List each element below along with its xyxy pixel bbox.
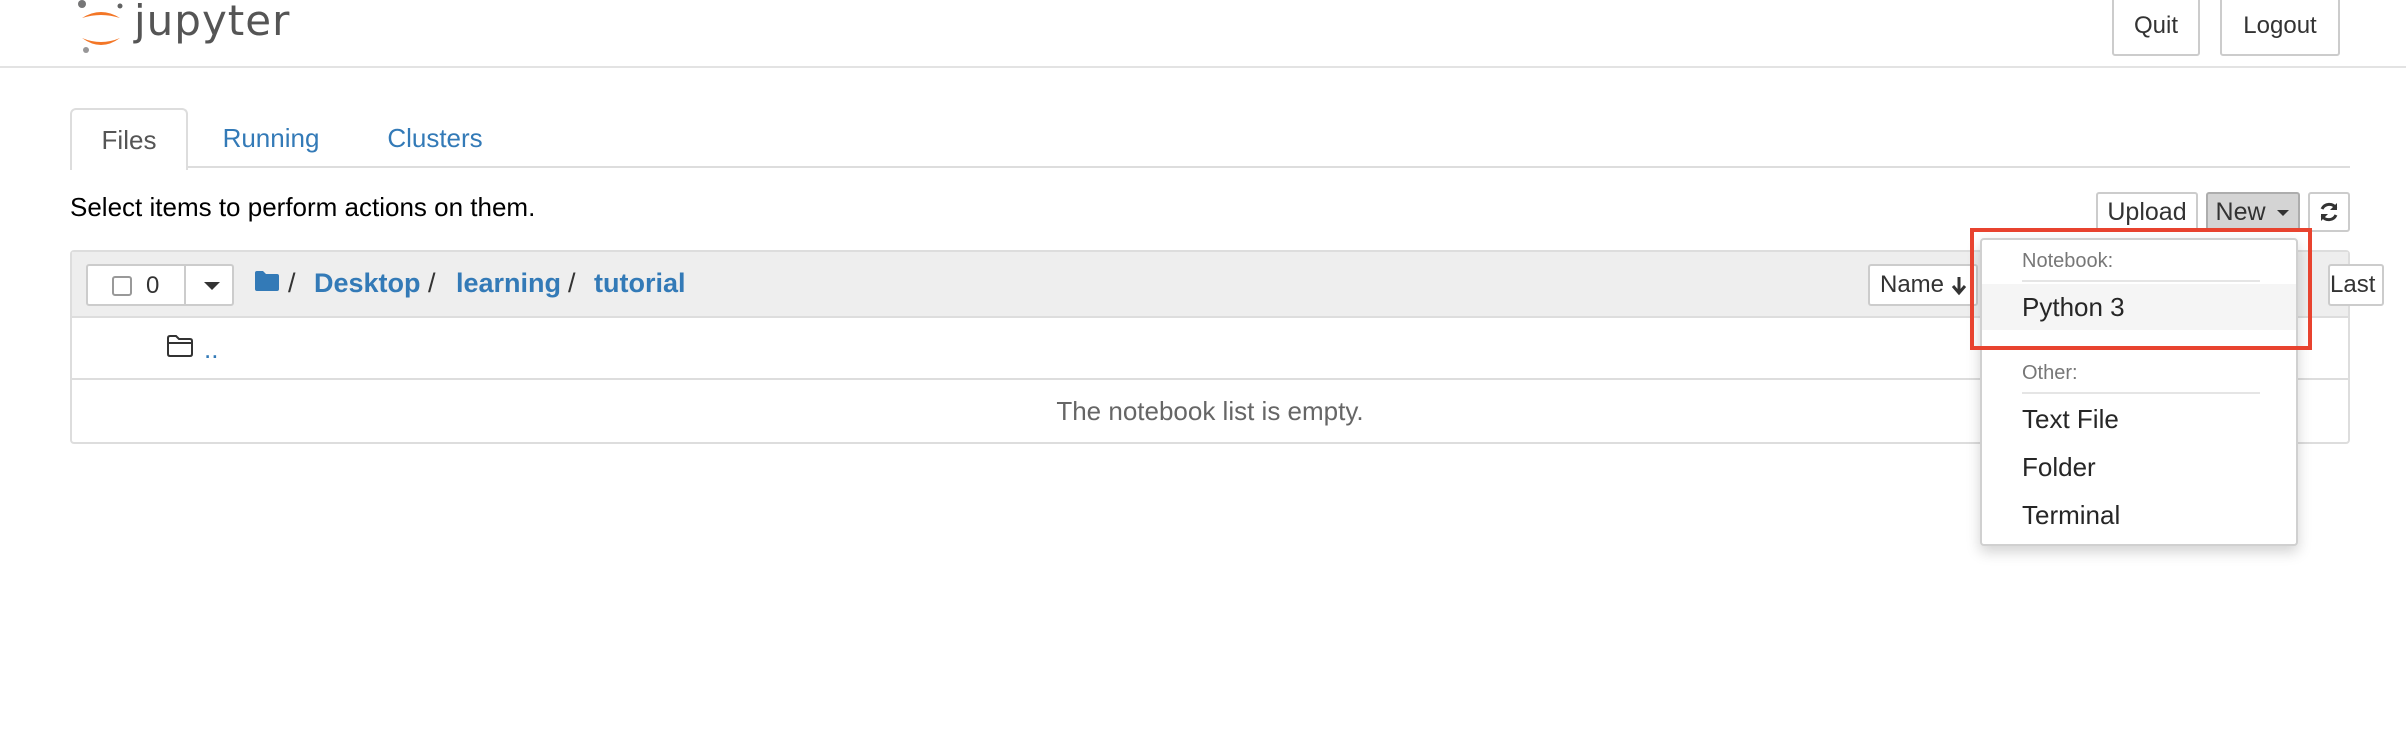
folder-open-icon	[167, 335, 193, 357]
tab-clusters[interactable]: Clusters	[370, 108, 500, 168]
notebook-section-header: Notebook:	[2022, 250, 2114, 272]
breadcrumb-learning[interactable]: learning	[456, 268, 561, 299]
upload-button[interactable]: Upload	[2096, 192, 2198, 232]
jupyter-logo-icon	[78, 0, 123, 53]
sort-by-name-label: Name	[1880, 271, 1945, 298]
menu-item-terminal[interactable]: Terminal	[1982, 492, 2296, 538]
breadcrumb-tutorial[interactable]: tutorial	[594, 268, 686, 299]
folder-icon[interactable]	[254, 270, 280, 292]
caret-down-icon	[2277, 210, 2290, 217]
parent-folder-link[interactable]: ..	[204, 334, 218, 365]
select-divider	[184, 266, 186, 304]
select-info-text: Select items to perform actions on them.	[70, 192, 536, 222]
menu-item-python-3[interactable]: Python 3	[1982, 284, 2296, 330]
new-dropdown-menu: Notebook: Python 3 Other: Text File Fold…	[1980, 238, 2298, 546]
breadcrumb-separator: /	[288, 268, 296, 298]
breadcrumb-separator: /	[428, 268, 436, 298]
new-button[interactable]: New	[2206, 192, 2300, 232]
arrow-down-icon	[1951, 276, 1966, 295]
breadcrumb-separator: /	[568, 268, 576, 298]
breadcrumb-desktop[interactable]: Desktop	[314, 268, 421, 299]
select-all-checkbox[interactable]	[112, 276, 132, 296]
menu-divider	[2022, 392, 2260, 394]
menu-item-text-file[interactable]: Text File	[1982, 396, 2296, 442]
tab-files[interactable]: Files	[70, 108, 188, 170]
logout-button[interactable]: Logout	[2220, 0, 2340, 56]
quit-button[interactable]: Quit	[2112, 0, 2200, 56]
refresh-icon	[2320, 202, 2338, 222]
sort-by-name-button[interactable]: Name	[1868, 264, 1978, 306]
new-button-label: New	[2215, 198, 2266, 226]
menu-divider	[2022, 280, 2260, 282]
other-section-header: Other:	[2022, 362, 2078, 384]
menu-item-folder[interactable]: Folder	[1982, 444, 2296, 490]
tab-running[interactable]: Running	[206, 108, 336, 168]
refresh-button[interactable]	[2308, 192, 2350, 232]
select-dropdown-icon[interactable]	[204, 282, 220, 290]
select-all-control[interactable]: 0	[86, 264, 234, 306]
logo-text: jupyter	[134, 0, 291, 45]
sort-by-size-button[interactable]: Last Modified File size	[2328, 264, 2384, 306]
sort-by-size-label: Last Modified File size	[2330, 271, 2376, 298]
selected-count: 0	[146, 272, 160, 299]
top-header: jupyter Quit Logout	[0, 0, 2406, 68]
